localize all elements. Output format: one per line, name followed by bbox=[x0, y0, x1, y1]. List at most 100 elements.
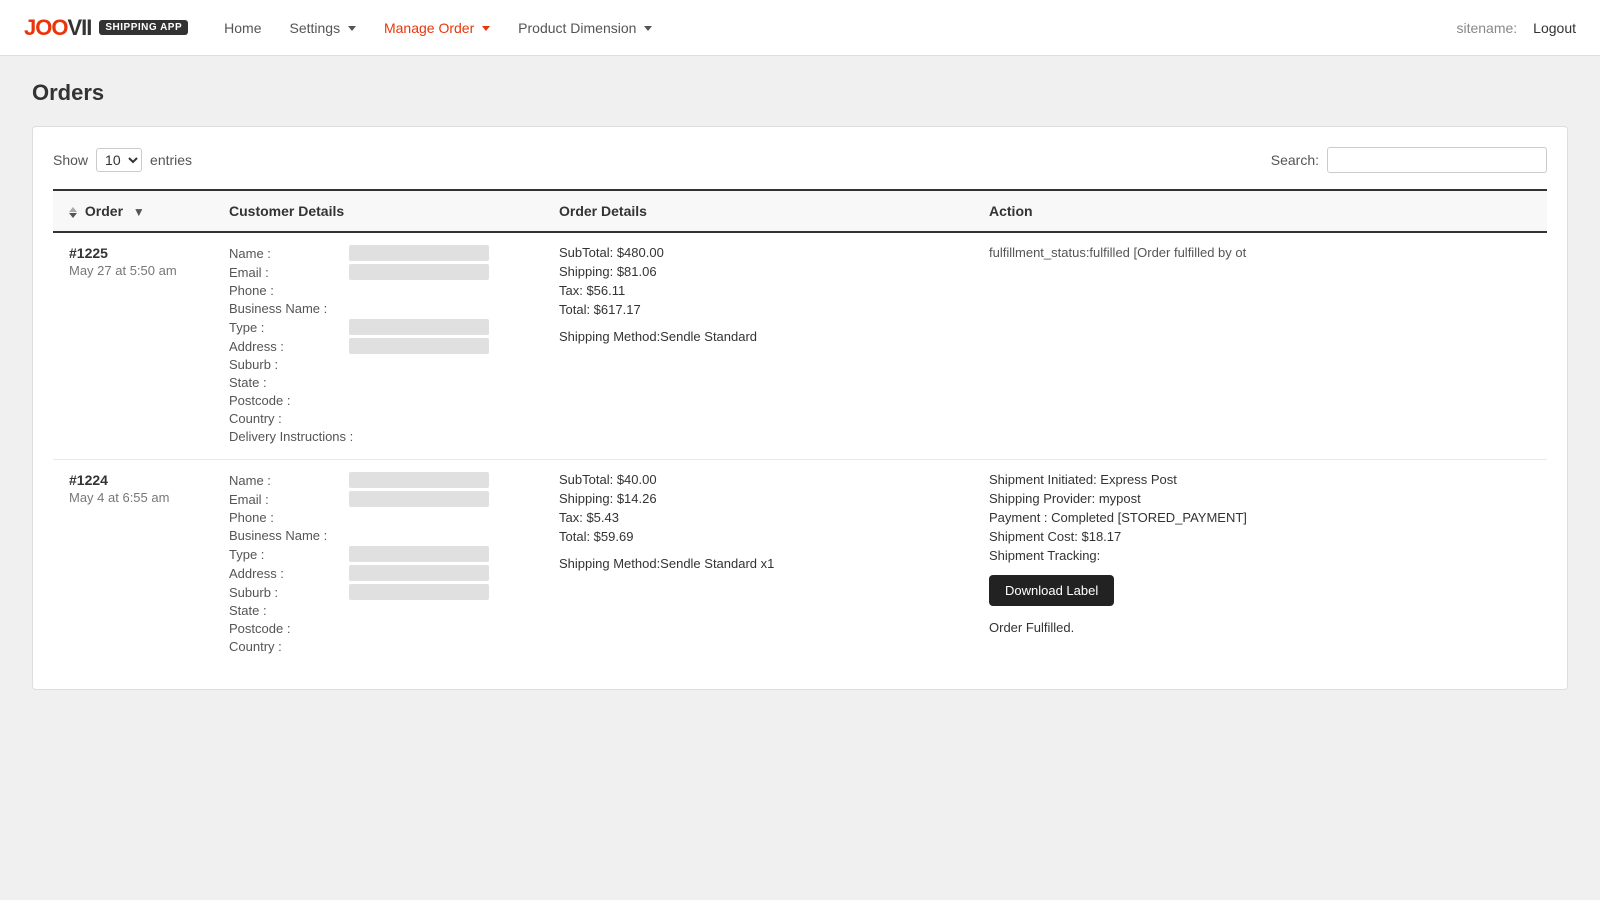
customer-field: Name : bbox=[229, 472, 527, 488]
nav-home[interactable]: Home bbox=[212, 12, 273, 44]
nav-manage-order[interactable]: Manage Order bbox=[372, 12, 502, 44]
table-row: #1224 May 4 at 6:55 am Name : Email : Ph… bbox=[53, 460, 1547, 670]
customer-field: Phone : bbox=[229, 283, 527, 298]
search-box: Search: bbox=[1271, 147, 1547, 173]
navbar: JOOVII SHIPPING APP Home Settings Manage… bbox=[0, 0, 1600, 56]
customer-field-value bbox=[349, 338, 489, 354]
customer-field: Postcode : bbox=[229, 393, 527, 408]
brand: JOOVII SHIPPING APP bbox=[24, 15, 188, 41]
customer-field: Delivery Instructions : bbox=[229, 429, 527, 444]
table-header: Order ▼ Customer Details Order Details A… bbox=[53, 190, 1547, 232]
customer-field-label: Email : bbox=[229, 492, 349, 507]
tax: Tax: $5.43 bbox=[559, 510, 957, 525]
product-dimension-caret-icon bbox=[644, 26, 652, 31]
tax: Tax: $56.11 bbox=[559, 283, 957, 298]
orders-table: Order ▼ Customer Details Order Details A… bbox=[53, 189, 1547, 669]
subtotal: SubTotal: $40.00 bbox=[559, 472, 957, 487]
customer-field-label: Phone : bbox=[229, 283, 349, 298]
customer-field-value bbox=[349, 584, 489, 600]
table-controls: Show 10 25 50 entries Search: bbox=[53, 147, 1547, 173]
search-label: Search: bbox=[1271, 152, 1319, 168]
page-content: Orders Show 10 25 50 entries Search: bbox=[0, 56, 1600, 714]
th-customer: Customer Details bbox=[213, 190, 543, 232]
nav-settings[interactable]: Settings bbox=[278, 12, 368, 44]
entries-label: entries bbox=[150, 152, 192, 168]
customer-cell: Name : Email : Phone : Business Name : T… bbox=[213, 460, 543, 670]
logo: JOOVII bbox=[24, 15, 91, 41]
shipping-badge: SHIPPING APP bbox=[99, 20, 188, 35]
customer-field-label: State : bbox=[229, 603, 349, 618]
order-number: #1224 bbox=[69, 472, 197, 488]
order-filter-icon[interactable]: ▼ bbox=[133, 205, 145, 219]
customer-field: Name : bbox=[229, 245, 527, 261]
action-cell: Shipment Initiated: Express Post Shippin… bbox=[973, 460, 1547, 670]
customer-field-value bbox=[349, 264, 489, 280]
order-date: May 4 at 6:55 am bbox=[69, 490, 197, 505]
customer-field: Type : bbox=[229, 546, 527, 562]
customer-field-value bbox=[349, 319, 489, 335]
sort-icon bbox=[69, 207, 77, 218]
customer-field-label: Country : bbox=[229, 411, 349, 426]
customer-field-label: Address : bbox=[229, 339, 349, 354]
show-entries: Show 10 25 50 entries bbox=[53, 148, 192, 172]
customer-field-value bbox=[349, 546, 489, 562]
customer-field: Phone : bbox=[229, 510, 527, 525]
entries-select[interactable]: 10 25 50 bbox=[96, 148, 142, 172]
payment-status: Payment : Completed [STORED_PAYMENT] bbox=[989, 510, 1531, 525]
download-label-button[interactable]: Download Label bbox=[989, 575, 1114, 606]
customer-field: Email : bbox=[229, 491, 527, 507]
customer-field: Suburb : bbox=[229, 357, 527, 372]
page-title: Orders bbox=[32, 80, 1568, 106]
shipment-tracking: Shipment Tracking: bbox=[989, 548, 1531, 563]
nav-product-dimension[interactable]: Product Dimension bbox=[506, 12, 664, 44]
th-order-details: Order Details bbox=[543, 190, 973, 232]
customer-field-label: Address : bbox=[229, 566, 349, 581]
th-action: Action bbox=[973, 190, 1547, 232]
customer-field-label: Country : bbox=[229, 639, 349, 654]
order-details-cell: SubTotal: $40.00 Shipping: $14.26 Tax: $… bbox=[543, 460, 973, 670]
customer-field-label: Suburb : bbox=[229, 585, 349, 600]
customer-field: State : bbox=[229, 375, 527, 390]
total: Total: $59.69 bbox=[559, 529, 957, 544]
customer-field: Address : bbox=[229, 565, 527, 581]
table-row: #1225 May 27 at 5:50 am Name : Email : P… bbox=[53, 232, 1547, 460]
customer-field-label: Suburb : bbox=[229, 357, 349, 372]
customer-field-label: State : bbox=[229, 375, 349, 390]
sitename-label: sitename: bbox=[1456, 20, 1517, 36]
customer-field-value bbox=[349, 565, 489, 581]
customer-field-label: Name : bbox=[229, 246, 349, 261]
customer-field-value bbox=[349, 472, 489, 488]
settings-caret-icon bbox=[348, 26, 356, 31]
customer-field-value bbox=[349, 245, 489, 261]
customer-field-label: Business Name : bbox=[229, 528, 349, 543]
customer-field: Business Name : bbox=[229, 301, 527, 316]
shipment-initiated: Shipment Initiated: Express Post bbox=[989, 472, 1531, 487]
shipping-cost: Shipping: $81.06 bbox=[559, 264, 957, 279]
customer-field-label: Name : bbox=[229, 473, 349, 488]
search-input[interactable] bbox=[1327, 147, 1547, 173]
total: Total: $617.17 bbox=[559, 302, 957, 317]
orders-card: Show 10 25 50 entries Search: Order bbox=[32, 126, 1568, 690]
customer-field: Country : bbox=[229, 639, 527, 654]
order-number: #1225 bbox=[69, 245, 197, 261]
order-fulfilled-text: Order Fulfilled. bbox=[989, 620, 1531, 635]
customer-field-label: Postcode : bbox=[229, 621, 349, 636]
customer-field: Business Name : bbox=[229, 528, 527, 543]
logout-button[interactable]: Logout bbox=[1533, 20, 1576, 36]
customer-field-label: Business Name : bbox=[229, 301, 349, 316]
show-label: Show bbox=[53, 152, 88, 168]
shipping-method: Shipping Method:Sendle Standard bbox=[559, 329, 957, 344]
shipping-method: Shipping Method:Sendle Standard x1 bbox=[559, 556, 957, 571]
customer-field-label: Delivery Instructions : bbox=[229, 429, 353, 444]
shipping-provider: Shipping Provider: mypost bbox=[989, 491, 1531, 506]
customer-field: Address : bbox=[229, 338, 527, 354]
customer-cell: Name : Email : Phone : Business Name : T… bbox=[213, 232, 543, 460]
shipping-cost: Shipping: $14.26 bbox=[559, 491, 957, 506]
subtotal: SubTotal: $480.00 bbox=[559, 245, 957, 260]
order-cell: #1224 May 4 at 6:55 am bbox=[53, 460, 213, 670]
nav-links: Home Settings Manage Order Product Dimen… bbox=[212, 12, 1432, 44]
order-cell: #1225 May 27 at 5:50 am bbox=[53, 232, 213, 460]
customer-field: Suburb : bbox=[229, 584, 527, 600]
customer-field-label: Phone : bbox=[229, 510, 349, 525]
customer-field-label: Email : bbox=[229, 265, 349, 280]
